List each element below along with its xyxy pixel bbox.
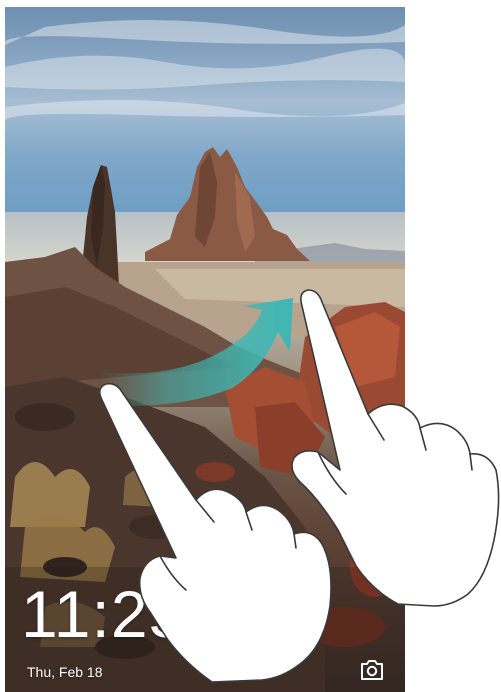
camera-icon [361,660,383,680]
lockscreen-time: 11:25 [21,577,187,651]
lock-screen[interactable]: 11:25 Thu, Feb 18 [5,7,405,692]
camera-shortcut-button[interactable] [360,659,384,681]
lockscreen-date: Thu, Feb 18 [27,664,103,680]
